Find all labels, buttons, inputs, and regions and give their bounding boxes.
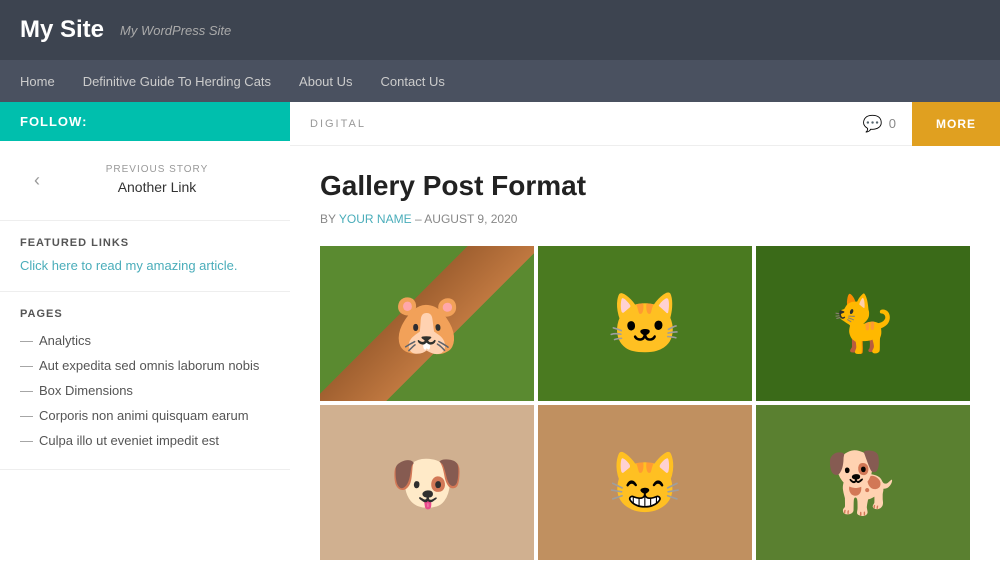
gallery-item[interactable]	[756, 246, 970, 401]
main-layout: FOLLOW: ‹ PREVIOUS STORY Another Link FE…	[0, 102, 1000, 586]
article-title: Gallery Post Format	[320, 170, 970, 202]
comments-count: 💬 0	[847, 114, 912, 134]
content-category: DIGITAL	[290, 118, 847, 130]
author-link[interactable]: YOUR NAME	[339, 212, 412, 226]
prev-story-label: PREVIOUS STORY	[54, 164, 260, 175]
article-meta: BY YOUR NAME – AUGUST 9, 2020	[320, 212, 970, 226]
follow-bar: FOLLOW:	[0, 102, 290, 141]
list-item: Analytics	[20, 328, 270, 353]
pages-section: PAGES Analytics Aut expedita sed omnis l…	[0, 292, 290, 470]
site-title: My Site	[20, 16, 104, 44]
gallery-item[interactable]	[320, 405, 534, 560]
gallery-item[interactable]	[538, 405, 752, 560]
prev-story-content: PREVIOUS STORY Another Link	[54, 164, 260, 197]
nav-item-contact[interactable]: Contact Us	[367, 60, 459, 102]
site-tagline: My WordPress Site	[120, 23, 231, 38]
previous-story: ‹ PREVIOUS STORY Another Link	[0, 141, 290, 221]
sidebar: FOLLOW: ‹ PREVIOUS STORY Another Link FE…	[0, 102, 290, 586]
page-link-analytics[interactable]: Analytics	[39, 333, 91, 348]
pages-list: Analytics Aut expedita sed omnis laborum…	[20, 328, 270, 453]
content-area: DIGITAL 💬 0 MORE Gallery Post Format BY …	[290, 102, 1000, 586]
content-topbar: DIGITAL 💬 0 MORE	[290, 102, 1000, 146]
prev-story-link[interactable]: Another Link	[118, 179, 197, 195]
gallery-item[interactable]	[756, 405, 970, 560]
pages-title: PAGES	[20, 308, 270, 320]
list-item: Corporis non animi quisquam earum	[20, 403, 270, 428]
page-link-corporis[interactable]: Corporis non animi quisquam earum	[39, 408, 249, 423]
prev-arrow-icon[interactable]: ‹	[30, 166, 44, 195]
list-item: Box Dimensions	[20, 378, 270, 403]
list-item: Culpa illo ut eveniet impedit est	[20, 428, 270, 453]
comment-number: 0	[889, 116, 896, 131]
gallery-grid	[320, 246, 970, 560]
nav-item-home[interactable]: Home	[20, 60, 69, 102]
article: Gallery Post Format BY YOUR NAME – AUGUS…	[290, 146, 1000, 586]
nav-item-herding[interactable]: Definitive Guide To Herding Cats	[69, 60, 285, 102]
nav-item-about[interactable]: About Us	[285, 60, 366, 102]
page-link-box[interactable]: Box Dimensions	[39, 383, 133, 398]
gallery-item[interactable]	[320, 246, 534, 401]
more-button[interactable]: MORE	[912, 102, 1000, 146]
featured-links-title: FEATURED LINKS	[20, 237, 270, 249]
gallery-item[interactable]	[538, 246, 752, 401]
main-nav: Home Definitive Guide To Herding Cats Ab…	[0, 60, 1000, 102]
list-item: Aut expedita sed omnis laborum nobis	[20, 353, 270, 378]
comment-icon: 💬	[863, 114, 883, 134]
featured-links-section: FEATURED LINKS Click here to read my ama…	[0, 221, 290, 292]
page-link-culpa[interactable]: Culpa illo ut eveniet impedit est	[39, 433, 219, 448]
featured-link[interactable]: Click here to read my amazing article.	[20, 258, 237, 273]
site-header: My Site My WordPress Site	[0, 0, 1000, 60]
page-link-aut[interactable]: Aut expedita sed omnis laborum nobis	[39, 358, 259, 373]
